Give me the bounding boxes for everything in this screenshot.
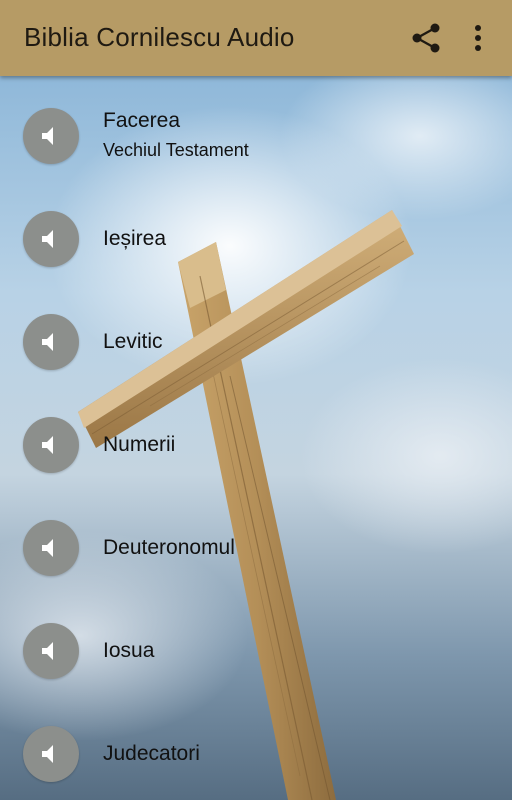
speaker-icon <box>42 745 53 763</box>
book-title: Deuteronomul <box>103 536 235 559</box>
play-button[interactable] <box>23 520 79 576</box>
list-item[interactable]: Numerii <box>0 385 512 488</box>
play-button[interactable] <box>23 417 79 473</box>
list-item[interactable]: Judecatori <box>0 694 512 797</box>
play-button[interactable] <box>23 726 79 782</box>
more-options-button[interactable] <box>464 20 492 56</box>
book-section: Vechiul Testament <box>103 140 249 160</box>
list-item[interactable]: Deuteronomul <box>0 488 512 591</box>
book-title: Ieșirea <box>103 227 167 250</box>
play-button[interactable] <box>23 314 79 370</box>
list-item[interactable]: Facerea Vechiul Testament <box>0 76 512 179</box>
app-title: Biblia Cornilescu Audio <box>24 22 295 52</box>
book-title: Numerii <box>103 433 176 456</box>
play-button[interactable] <box>23 623 79 679</box>
speaker-icon <box>42 333 53 351</box>
book-title: Iosua <box>103 639 155 662</box>
play-button[interactable] <box>23 211 79 267</box>
more-vert-icon <box>475 25 481 51</box>
speaker-icon <box>42 539 53 557</box>
share-button[interactable] <box>408 20 444 56</box>
list-item[interactable]: Levitic <box>0 282 512 385</box>
speaker-icon <box>42 436 53 454</box>
book-title: Facerea <box>103 109 181 132</box>
book-title: Judecatori <box>103 742 200 765</box>
speaker-icon <box>42 642 53 660</box>
share-icon <box>412 23 440 53</box>
app-bar: Biblia Cornilescu Audio <box>0 0 512 76</box>
speaker-icon <box>42 230 53 248</box>
list-item[interactable]: Iosua <box>0 591 512 694</box>
list-item[interactable]: Ieșirea <box>0 179 512 282</box>
play-button[interactable] <box>23 108 79 164</box>
book-title: Levitic <box>103 330 163 353</box>
speaker-icon <box>42 127 53 145</box>
